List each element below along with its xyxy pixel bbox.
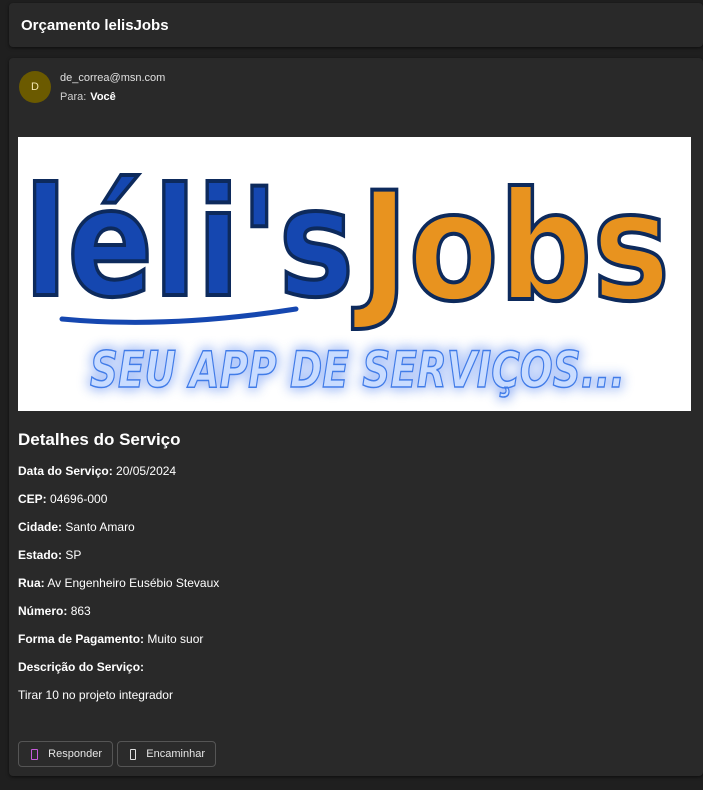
- service-details: Detalhes do Serviço Data do Serviço: 20/…: [18, 430, 219, 702]
- service-description-text: Tirar 10 no projeto integrador: [18, 688, 173, 702]
- forward-icon: [130, 748, 137, 760]
- field-street: Rua: Av Engenheiro Eusébio Stevaux: [18, 576, 219, 604]
- message-card: D de_correa@msn.com Para: Você léli's Job…: [9, 58, 703, 776]
- field-service-date: Data do Serviço: 20/05/2024: [18, 464, 219, 492]
- field-value: 863: [70, 604, 91, 618]
- field-service-description: Descrição do Serviço:: [18, 660, 219, 688]
- field-value: 20/05/2024: [116, 464, 177, 478]
- field-number: Número: 863: [18, 604, 219, 632]
- field-label: Cidade:: [18, 520, 63, 534]
- field-state: Estado: SP: [18, 548, 219, 576]
- recipient-name[interactable]: Você: [90, 91, 115, 103]
- brand-tagline: SEU APP DE SERVIÇOS...: [90, 341, 625, 399]
- reply-label: Responder: [48, 748, 102, 760]
- field-payment-method: Forma de Pagamento: Muito suor: [18, 632, 219, 660]
- brand-banner-image: léli's Jobs SEU APP DE SERVIÇOS...: [18, 137, 691, 411]
- field-label: Forma de Pagamento:: [18, 632, 145, 646]
- reply-button[interactable]: Responder: [18, 741, 113, 767]
- brand-logo: léli's Jobs SEU APP DE SERVIÇOS...: [22, 155, 672, 400]
- field-value: Muito suor: [147, 632, 204, 646]
- recipient-line: Para: Você: [60, 91, 116, 103]
- field-value: SP: [65, 548, 82, 562]
- sender-address[interactable]: de_correa@msn.com: [60, 72, 165, 84]
- field-label: Data do Serviço:: [18, 464, 113, 478]
- field-value: Av Engenheiro Eusébio Stevaux: [47, 576, 220, 590]
- field-cep: CEP: 04696-000: [18, 492, 219, 520]
- subject-bar: Orçamento lelisJobs: [9, 3, 703, 47]
- field-label: Rua:: [18, 576, 45, 590]
- brand-name-part1: léli's: [24, 157, 354, 331]
- forward-label: Encaminhar: [146, 748, 205, 760]
- field-label: CEP:: [18, 492, 47, 506]
- field-city: Cidade: Santo Amaro: [18, 520, 219, 548]
- field-label: Número:: [18, 604, 68, 618]
- field-label: Estado:: [18, 548, 63, 562]
- field-label: Descrição do Serviço:: [18, 660, 145, 674]
- to-label: Para:: [60, 91, 87, 103]
- email-subject: Orçamento lelisJobs: [21, 16, 169, 34]
- message-actions: Responder Encaminhar: [18, 741, 216, 767]
- reply-icon: [31, 748, 39, 760]
- brand-name-part2: Jobs: [352, 161, 670, 335]
- forward-button[interactable]: Encaminhar: [117, 741, 216, 767]
- avatar[interactable]: D: [19, 71, 51, 103]
- field-value: Santo Amaro: [65, 520, 135, 534]
- details-heading: Detalhes do Serviço: [18, 430, 181, 449]
- field-value: 04696-000: [50, 492, 108, 506]
